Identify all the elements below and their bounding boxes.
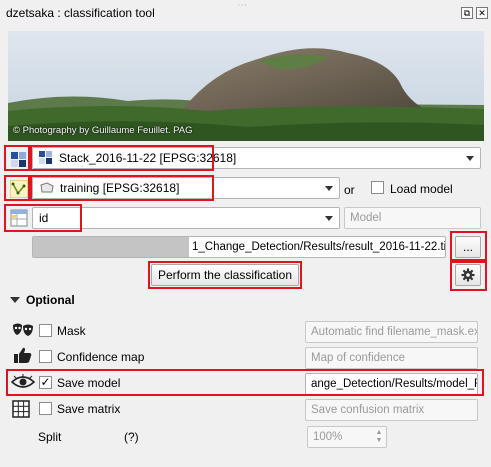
path-redaction	[33, 237, 189, 257]
output-path-input[interactable]: 1_Change_Detection/Results/result_2016-1…	[32, 236, 446, 258]
save-model-path-value: ange_Detection/Results/model_RF	[311, 378, 478, 390]
banner-photo: © Photography by Guillaume Feuillet. PAG	[8, 31, 484, 141]
raster-select-value: Stack_2016-11-22 [EPSG:32618]	[59, 151, 237, 165]
split-help-icon[interactable]: (?)	[124, 430, 139, 444]
save-matrix-path-input[interactable]: Save confusion matrix	[305, 399, 478, 421]
split-spinbox[interactable]: 100% ▲ ▼	[307, 426, 387, 448]
mask-checkbox[interactable]	[39, 324, 52, 337]
load-model-checkbox[interactable]	[371, 181, 384, 194]
optional-header-label: Optional	[26, 293, 75, 307]
gear-icon	[461, 268, 475, 282]
drag-handle[interactable]: ⋯	[237, 0, 248, 11]
save-model-label: Save model	[57, 376, 121, 390]
mask-path-placeholder: Automatic find filename_mask.ext	[311, 326, 478, 338]
vector-select-value: training [EPSG:32618]	[60, 181, 180, 195]
split-value: 100%	[313, 431, 343, 443]
load-model-label: Load model	[390, 182, 453, 196]
window-title: dzetsaka : classification tool	[6, 6, 155, 20]
browse-button[interactable]: ...	[455, 236, 481, 258]
chevron-down-icon	[325, 186, 333, 191]
photo-credit: © Photography by Guillaume Feuillet. PAG	[13, 125, 193, 136]
collapse-arrow-icon[interactable]	[10, 297, 20, 303]
perform-classification-button[interactable]: Perform the classification	[151, 264, 299, 286]
mask-path-input[interactable]: Automatic find filename_mask.ext	[305, 321, 478, 343]
confidence-path-input[interactable]: Map of confidence	[305, 347, 478, 369]
thumbs-up-icon	[13, 346, 33, 364]
save-matrix-path-placeholder: Save confusion matrix	[311, 404, 425, 416]
chevron-down-icon	[325, 216, 333, 221]
float-window-icon[interactable]: ⧉	[461, 7, 473, 19]
optional-section-header[interactable]: Optional	[10, 293, 75, 307]
save-matrix-label: Save matrix	[57, 402, 121, 416]
field-select-value: id	[39, 211, 49, 225]
raster-small-icon	[39, 151, 52, 164]
spin-arrows-icon[interactable]: ▲ ▼	[374, 429, 384, 445]
vector-layer-icon	[9, 179, 29, 199]
vector-select[interactable]: training [EPSG:32618]	[32, 177, 340, 199]
save-matrix-checkbox[interactable]	[39, 402, 52, 415]
field-table-icon	[10, 209, 28, 227]
confidence-checkbox[interactable]	[39, 350, 52, 363]
or-label: or	[344, 183, 355, 197]
mask-label: Mask	[57, 324, 86, 338]
confidence-label: Confidence map	[57, 350, 145, 364]
title-bar: dzetsaka : classification tool ⋯ ⧉ ✕	[0, 0, 491, 26]
settings-button[interactable]	[455, 264, 481, 286]
mask-icon	[12, 322, 34, 340]
save-model-checkbox[interactable]: ✓	[39, 376, 52, 389]
chevron-down-icon	[466, 156, 474, 161]
output-path-value: 1_Change_Detection/Results/result_2016-1…	[192, 241, 446, 253]
model-input-placeholder: Model	[350, 212, 382, 224]
model-input[interactable]: Model	[344, 207, 481, 229]
confidence-path-placeholder: Map of confidence	[311, 352, 405, 364]
raster-select[interactable]: Stack_2016-11-22 [EPSG:32618]	[32, 147, 481, 169]
eye-icon	[10, 374, 36, 392]
split-label: Split	[38, 430, 62, 444]
close-window-icon[interactable]: ✕	[476, 7, 488, 19]
field-select[interactable]: id	[32, 207, 340, 229]
save-model-path-input[interactable]: ange_Detection/Results/model_RF	[305, 373, 478, 395]
raster-layer-icon	[10, 151, 28, 169]
matrix-grid-icon	[12, 400, 30, 418]
polygon-layer-icon	[40, 182, 54, 193]
